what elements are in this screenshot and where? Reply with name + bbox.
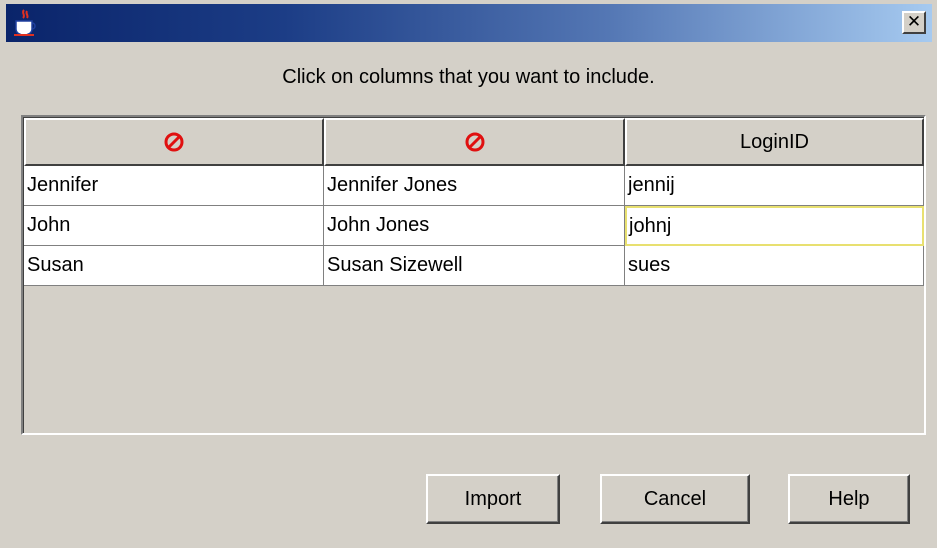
close-icon: ✕ — [906, 12, 922, 32]
table-cell[interactable]: Susan Sizewell — [324, 246, 625, 286]
table-cell[interactable]: jennij — [625, 166, 924, 206]
title-bar[interactable]: ✕ — [6, 4, 932, 42]
table-row[interactable]: Susan Susan Sizewell sues — [24, 246, 924, 286]
instruction-text: Click on columns that you want to includ… — [282, 66, 655, 88]
table-cell[interactable]: Jennifer — [24, 166, 324, 206]
java-coffee-cup-icon — [14, 9, 36, 36]
column-header-label: LoginID — [740, 130, 809, 153]
column-header-1[interactable] — [24, 118, 324, 166]
table-header-row: LoginID — [24, 118, 924, 166]
table-cell[interactable]: Jennifer Jones — [324, 166, 625, 206]
table-row[interactable]: Jennifer Jennifer Jones jennij — [24, 166, 924, 206]
column-table: LoginID Jennifer Jennifer Jones jennij J… — [21, 115, 926, 435]
column-header-2[interactable] — [324, 118, 625, 166]
table-cell-focused[interactable]: johnj — [625, 206, 924, 246]
import-button[interactable]: Import — [426, 474, 560, 524]
table-row[interactable]: John John Jones johnj — [24, 206, 924, 246]
help-button[interactable]: Help — [788, 474, 910, 524]
table-cell[interactable]: John — [24, 206, 324, 246]
excluded-icon — [164, 132, 184, 152]
column-header-3[interactable]: LoginID — [625, 118, 924, 166]
import-dialog: ✕ Click on columns that you want to incl… — [0, 0, 937, 548]
table-cell[interactable]: sues — [625, 246, 924, 286]
table-cell[interactable]: John Jones — [324, 206, 625, 246]
table-cell[interactable]: Susan — [24, 246, 324, 286]
cancel-button[interactable]: Cancel — [600, 474, 750, 524]
close-button[interactable]: ✕ — [902, 11, 926, 34]
excluded-icon — [465, 132, 484, 152]
